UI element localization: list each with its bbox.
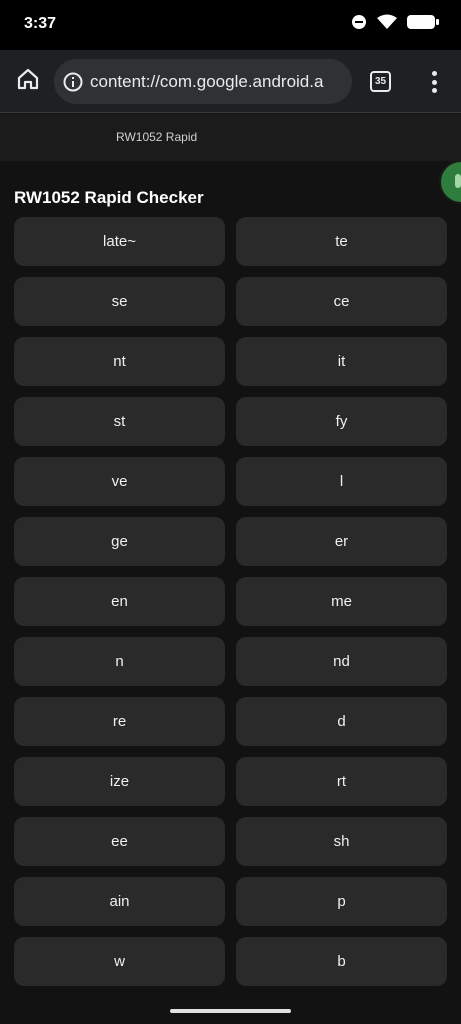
choice-button[interactable]: re [14, 697, 225, 746]
choice-button[interactable]: it [236, 337, 447, 386]
gesture-nav-bar [0, 1001, 461, 1024]
choice-button[interactable]: te [236, 217, 447, 266]
status-bar: 3:37 [0, 0, 461, 50]
main-content: RW1052 Rapid Checker late~ te se ce nt i… [0, 161, 461, 1001]
choice-button[interactable]: nt [14, 337, 225, 386]
choice-button[interactable]: nd [236, 637, 447, 686]
menu-dot-icon [431, 71, 437, 76]
page-header: RW1052 Rapid [0, 114, 461, 161]
page-header-title: RW1052 Rapid [116, 130, 198, 144]
choice-button[interactable]: ve [14, 457, 225, 506]
page-title: RW1052 Rapid Checker [14, 188, 204, 207]
url-bar[interactable]: content://com.google.android.a [54, 59, 352, 104]
microphone-icon [455, 174, 461, 188]
choice-button[interactable]: ce [236, 277, 447, 326]
home-gesture-handle[interactable] [170, 1009, 291, 1013]
choice-button[interactable]: me [236, 577, 447, 626]
choice-button[interactable]: n [14, 637, 225, 686]
choice-button[interactable]: sh [236, 817, 447, 866]
choice-button[interactable]: ee [14, 817, 225, 866]
tab-switcher-button[interactable]: 35 [370, 71, 391, 92]
status-time: 3:37 [24, 15, 57, 32]
choice-button[interactable]: b [236, 937, 447, 986]
choice-button[interactable]: late~ [14, 217, 225, 266]
choice-button[interactable]: ge [14, 517, 225, 566]
choice-button[interactable]: er [236, 517, 447, 566]
battery-icon [407, 14, 439, 35]
status-icons [351, 14, 439, 35]
url-text[interactable]: content://com.google.android.a [90, 72, 345, 92]
choice-button[interactable]: ain [14, 877, 225, 926]
choice-button[interactable]: rt [236, 757, 447, 806]
wifi-icon [377, 14, 397, 35]
choice-button[interactable]: st [14, 397, 225, 446]
do-not-disturb-icon [351, 14, 367, 35]
overflow-menu-button[interactable] [424, 68, 444, 96]
menu-dot-icon [431, 79, 437, 85]
choice-button[interactable]: d [236, 697, 447, 746]
info-icon[interactable] [62, 71, 84, 93]
home-icon [16, 67, 40, 96]
browser-toolbar: content://com.google.android.a 35 [0, 50, 461, 113]
choice-button[interactable]: w [14, 937, 225, 986]
choice-button[interactable]: p [236, 877, 447, 926]
choice-button[interactable]: fy [236, 397, 447, 446]
choice-grid: late~ te se ce nt it st fy ve l ge er en… [14, 217, 447, 986]
menu-dot-icon [431, 88, 437, 93]
home-button[interactable] [14, 67, 42, 95]
choice-button[interactable]: se [14, 277, 225, 326]
choice-button[interactable]: ize [14, 757, 225, 806]
choice-button[interactable]: en [14, 577, 225, 626]
choice-button[interactable]: l [236, 457, 447, 506]
